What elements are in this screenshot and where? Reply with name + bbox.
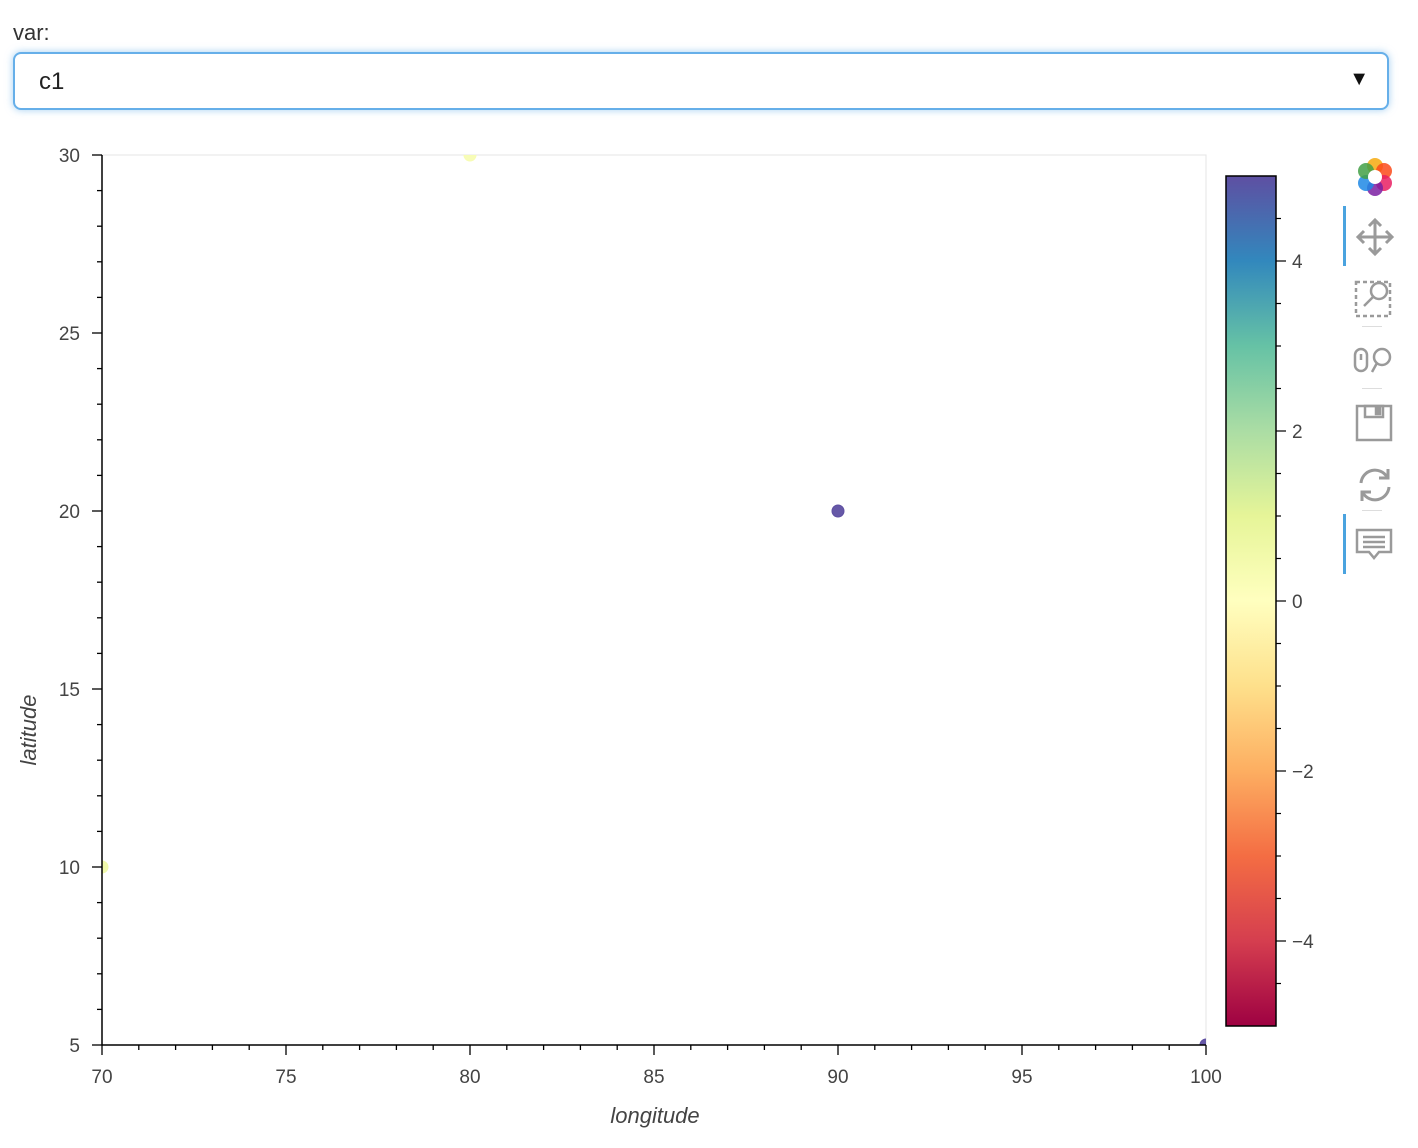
- x-tick-label: 90: [827, 1067, 848, 1088]
- y-tick-label: 25: [59, 324, 80, 345]
- y-axis-label: latitude: [16, 695, 41, 766]
- scatter-point[interactable]: [831, 504, 845, 518]
- wheel-zoom-icon[interactable]: [1340, 334, 1410, 386]
- y-tick-label: 5: [69, 1036, 80, 1057]
- widget-label: var:: [13, 20, 50, 45]
- colorbar-tick-label: 4: [1292, 252, 1303, 273]
- scatter-plot[interactable]: 70 75 80 85 90 95 100 51015202530 longitude la…: [0, 130, 1340, 1140]
- hover-tooltip-icon[interactable]: [1340, 514, 1410, 574]
- colorbar-tick-label: −2: [1292, 762, 1314, 783]
- bokeh-logo-icon[interactable]: [1340, 150, 1410, 202]
- x-tick-label: 80: [459, 1067, 480, 1088]
- pan-move-icon[interactable]: [1340, 206, 1410, 266]
- scatter-point[interactable]: [463, 149, 477, 162]
- plot-toolbar: [1340, 150, 1410, 580]
- colorbar-tick-label: −4: [1292, 932, 1314, 953]
- x-tick-label: 95: [1011, 1067, 1032, 1088]
- x-tick-label: 75: [275, 1067, 296, 1088]
- colorbar-tick-label: 2: [1292, 422, 1303, 443]
- caret-down-icon: ▼: [1349, 68, 1369, 90]
- y-tick-label: 20: [59, 502, 80, 523]
- save-disk-icon[interactable]: [1340, 396, 1410, 448]
- x-tick-label: 100: [1190, 1067, 1222, 1088]
- reset-icon[interactable]: [1340, 458, 1410, 510]
- var-select[interactable]: c1 ▼: [13, 52, 1389, 110]
- x-tick-label: 70: [91, 1067, 112, 1088]
- var-select-value: c1: [39, 68, 65, 95]
- plot-frame: [101, 154, 1207, 1046]
- y-tick-label: 30: [59, 146, 80, 167]
- colorbar-tick-label: 0: [1292, 592, 1303, 613]
- x-tick-label: 85: [643, 1067, 664, 1088]
- y-tick-label: 10: [59, 858, 80, 879]
- y-tick-label: 15: [59, 680, 80, 701]
- x-axis-label: longitude: [610, 1103, 699, 1128]
- box-zoom-icon[interactable]: [1340, 270, 1410, 322]
- colorbar: [1225, 175, 1277, 1027]
